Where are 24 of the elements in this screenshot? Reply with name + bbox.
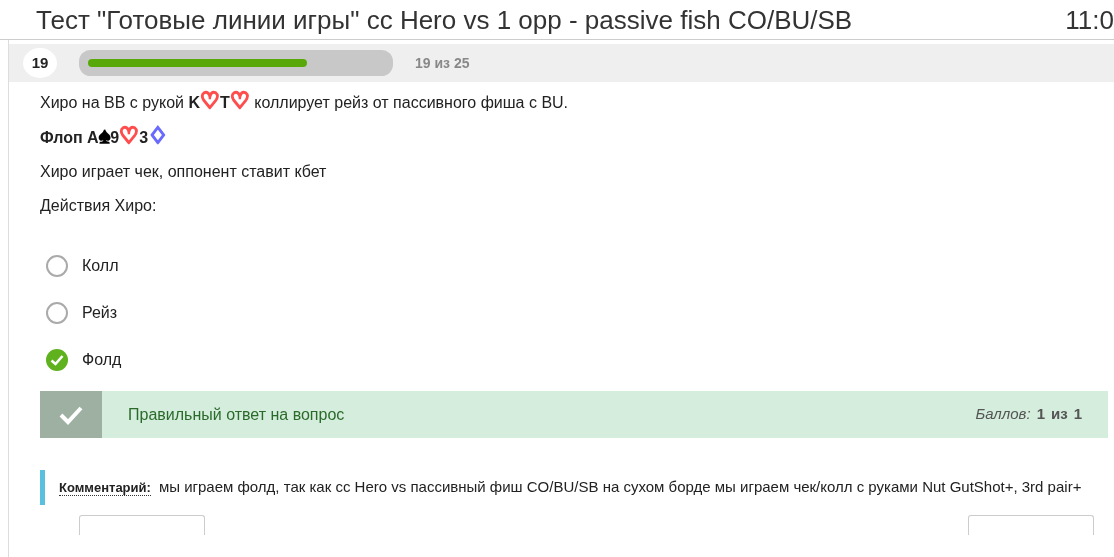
question-number: 19: [23, 48, 57, 78]
score-label: Баллов:: [975, 404, 1031, 425]
option-label[interactable]: Рейз: [82, 300, 118, 325]
option-label[interactable]: Фолд: [82, 347, 122, 372]
score-value: 1: [1036, 404, 1045, 425]
score-of: из: [1050, 404, 1068, 425]
timer: 11:0: [1065, 6, 1114, 33]
check-icon: [59, 404, 83, 425]
comment-text: мы играем фолд, так как cc Hero vs пассивный фиш CO/BU/SB на сухом борде мы играем чек/колл с руками Nut GutShot+, 3rd pair+: [158, 478, 1082, 495]
question-text: Хиро играет чек, оппонент ставит кбет: [40, 162, 328, 182]
radio-checked[interactable]: [46, 348, 68, 371]
radio-button[interactable]: [46, 301, 68, 324]
test-title: Тест "Готовые линии игры" cc Hero vs 1 opp - passive fish CO/BU/SB: [36, 6, 853, 33]
radio-button[interactable]: [46, 254, 68, 277]
nav-button[interactable]: [79, 514, 205, 535]
progress-label: 19 из 25: [415, 53, 470, 73]
option-label[interactable]: Колл: [82, 253, 119, 278]
question-text: Флоп A♠9♡3♢: [40, 125, 170, 150]
nav-button[interactable]: [968, 514, 1094, 535]
score-max: 1: [1073, 404, 1082, 425]
comment-label: Комментарий:: [59, 480, 151, 496]
result-message: Правильный ответ на вопрос: [127, 404, 346, 425]
question-text: Действия Хиро:: [40, 196, 158, 216]
question-text: Хиро на BB с рукой K♡T♡ коллирует рейз от пассивного фиша с BU.: [40, 90, 570, 115]
